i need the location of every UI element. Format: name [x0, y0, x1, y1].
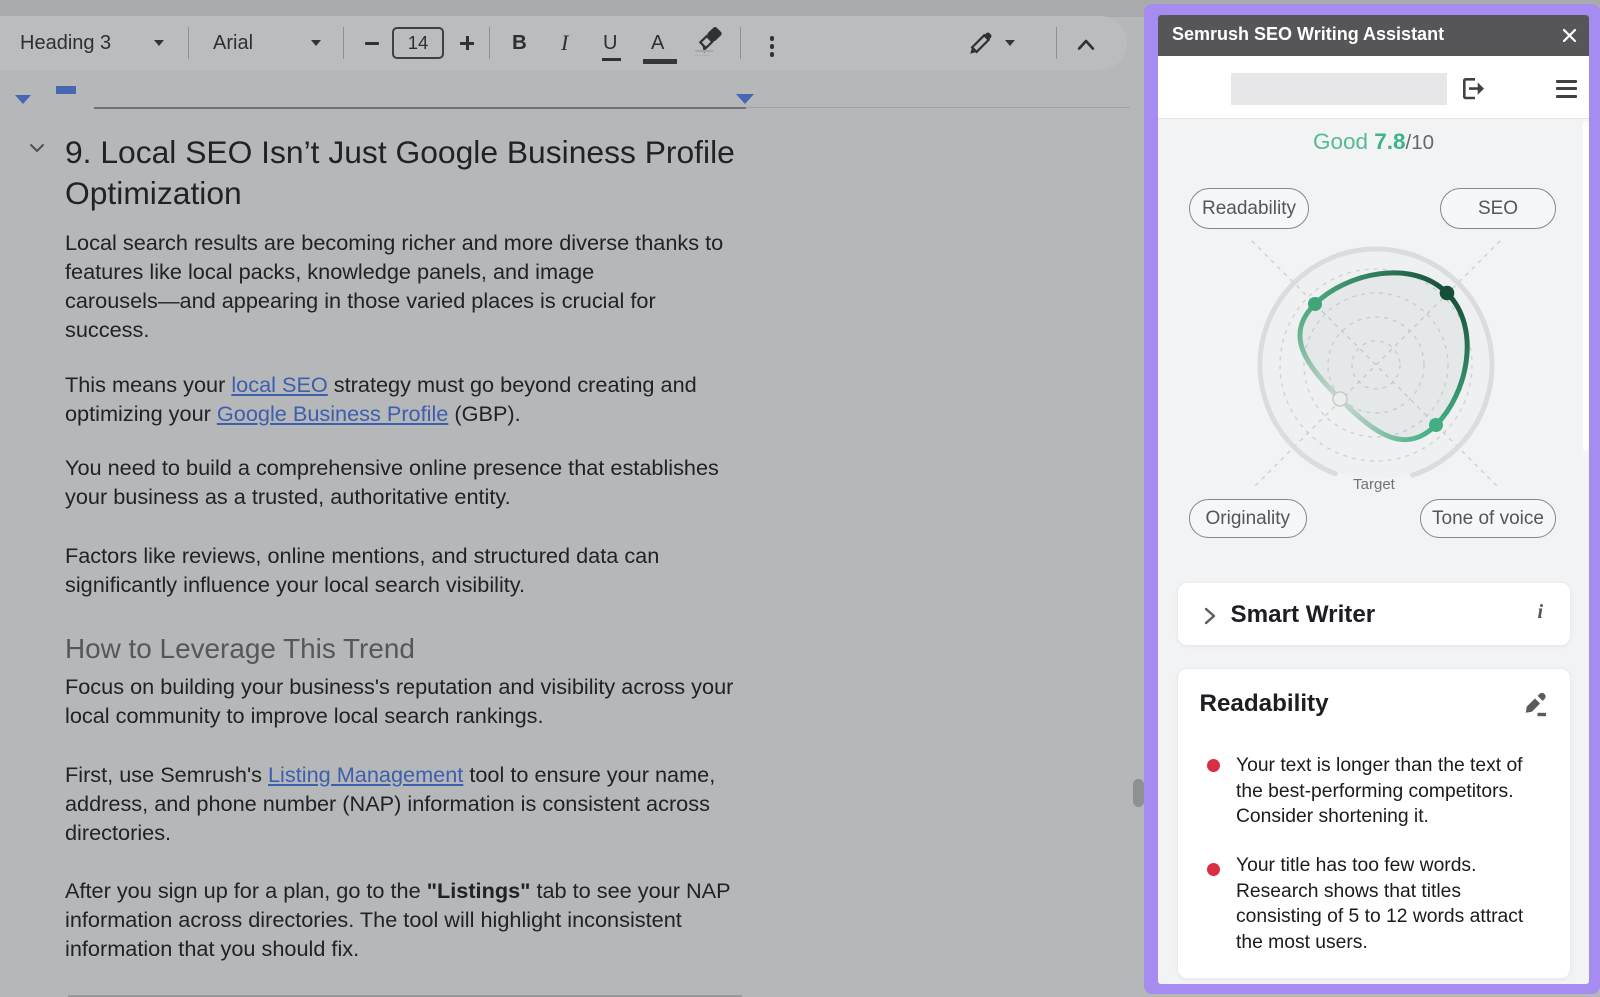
svg-text:Target: Target	[1353, 476, 1396, 493]
